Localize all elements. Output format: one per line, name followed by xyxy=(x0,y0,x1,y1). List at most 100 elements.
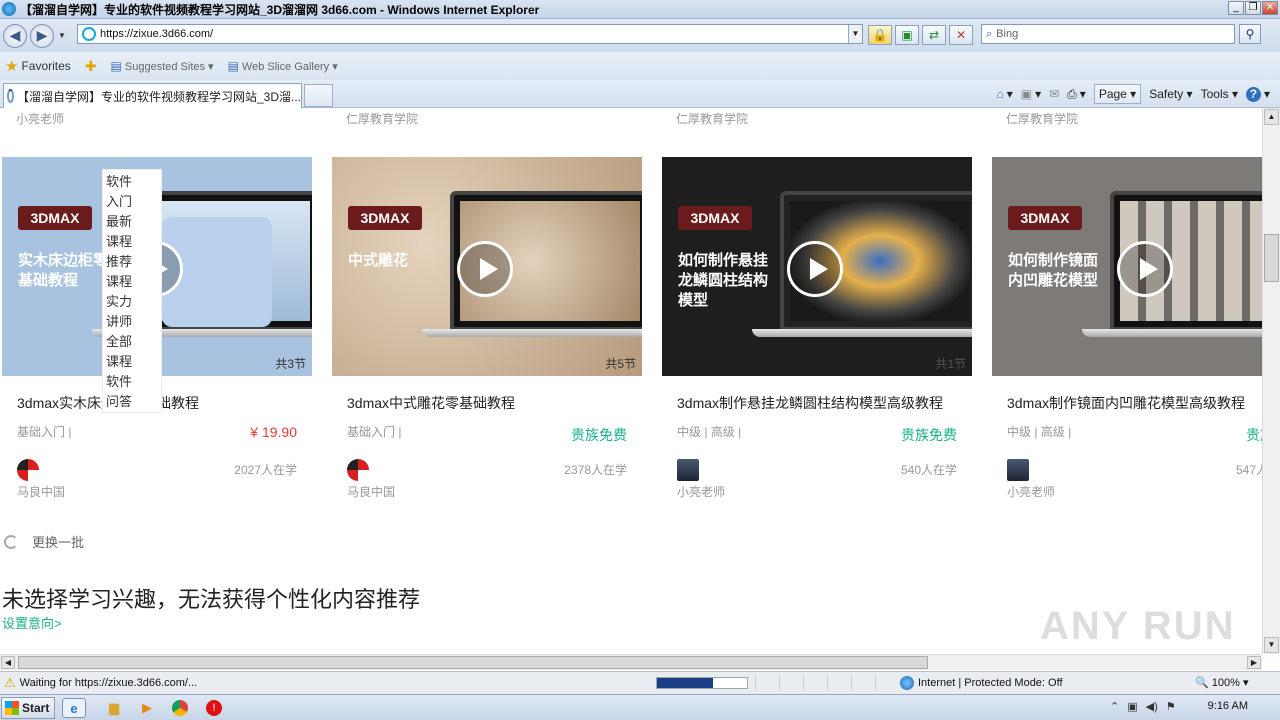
scroll-thumb[interactable] xyxy=(1264,234,1279,282)
vertical-scrollbar[interactable]: ▲ ▼ xyxy=(1262,108,1280,654)
horizontal-scrollbar[interactable]: ◀ ▶ xyxy=(0,654,1262,670)
menu-item[interactable]: 课程 xyxy=(106,272,158,292)
stop-icon[interactable]: ✕ xyxy=(949,25,973,45)
play-icon[interactable] xyxy=(457,241,513,297)
author-avatar[interactable] xyxy=(677,459,699,481)
student-count: 2027人在学 xyxy=(234,463,297,477)
mail-button[interactable]: ✉ xyxy=(1049,87,1059,101)
menu-item[interactable]: 全部 xyxy=(106,332,158,352)
menu-item[interactable]: 课程 xyxy=(106,232,158,252)
author-name[interactable]: 小亮老师 xyxy=(16,110,64,127)
start-button[interactable]: Start xyxy=(1,697,55,719)
course-title[interactable]: 3dmax制作镜面内凹雕花模型高级教程 xyxy=(1007,393,1245,413)
course-card[interactable]: 3DMAX 如何制作悬挂龙鳞圆柱结构模型 共1节 3dmax制作悬挂龙鳞圆柱结构… xyxy=(662,157,972,507)
author-name[interactable]: 小亮老师 xyxy=(677,483,725,500)
action-center-icon[interactable]: ⚑ xyxy=(1166,700,1176,713)
tools-menu[interactable]: Tools ▾ xyxy=(1201,87,1238,101)
course-thumbnail[interactable]: 3DMAX 中式雕花 共5节 xyxy=(332,157,642,376)
ie-taskbar-icon[interactable]: e xyxy=(62,698,86,718)
printer-icon: ⎙ xyxy=(1067,86,1077,101)
menu-item[interactable]: 软件 xyxy=(106,172,158,192)
favorites-button[interactable]: ★ Favorites xyxy=(0,57,71,75)
web-slice-gallery-link[interactable]: ▤ Web Slice Gallery ▾ xyxy=(228,59,338,73)
menu-item[interactable]: 问答 xyxy=(106,392,158,412)
help-menu[interactable]: ? ▾ xyxy=(1245,86,1270,102)
menu-item[interactable]: 讲师 xyxy=(106,312,158,332)
compatibility-icon[interactable]: ▣ xyxy=(895,25,919,45)
favorites-bar: ★ Favorites ✚ ▤ Suggested Sites ▾ ▤ Web … xyxy=(0,52,1280,80)
maximize-button[interactable]: ❐ xyxy=(1245,1,1261,15)
author-avatar[interactable] xyxy=(17,459,39,481)
forward-button[interactable]: ▶ xyxy=(30,23,54,48)
search-button[interactable]: ⚲ xyxy=(1239,24,1261,44)
address-input[interactable]: https://zixue.3d66.com/ ▼ xyxy=(77,24,863,44)
student-count: 540人在学 xyxy=(900,463,957,477)
refresh-icon[interactable]: ⇄ xyxy=(922,25,946,45)
course-title[interactable]: 3dmax中式雕花零基础教程 xyxy=(347,393,515,413)
tab-active[interactable]: 【溜溜自学网】专业的软件视频教程学习网站_3D溜... xyxy=(3,83,302,108)
print-button[interactable]: ⎙ ▾ xyxy=(1067,87,1086,102)
security-zone[interactable]: Internet | Protected Mode: Off xyxy=(900,676,1063,690)
web-slice-gallery-label: Web Slice Gallery ▾ xyxy=(241,60,338,73)
scroll-left-icon[interactable]: ◀ xyxy=(1,656,15,669)
page-icon: ▤ xyxy=(227,59,239,73)
author-name[interactable]: 仁厚教育学院 xyxy=(346,110,418,127)
play-icon[interactable] xyxy=(787,241,843,297)
scroll-up-icon[interactable]: ▲ xyxy=(1264,109,1279,125)
safety-menu[interactable]: Safety ▾ xyxy=(1149,87,1192,101)
author-avatar[interactable] xyxy=(347,459,369,481)
menu-item[interactable]: 课程 xyxy=(106,352,158,372)
author-name[interactable]: 小亮老师 xyxy=(1007,483,1055,500)
add-favorite-button[interactable]: ✚ xyxy=(85,58,97,75)
menu-item[interactable]: 入门 xyxy=(106,192,158,212)
minimize-button[interactable]: _ xyxy=(1228,1,1244,15)
chrome-icon[interactable] xyxy=(168,698,192,718)
stop-sign-icon[interactable]: ! xyxy=(202,698,226,718)
menu-item[interactable]: 软件 xyxy=(106,372,158,392)
volume-icon[interactable]: ◀) xyxy=(1146,700,1158,713)
refresh-batch-button[interactable]: 更换一批 xyxy=(4,532,84,551)
course-level: 基础入门 | xyxy=(347,425,402,439)
scroll-down-icon[interactable]: ▼ xyxy=(1264,637,1279,653)
thumbnail-title: 实木床边柜零基础教程 xyxy=(18,252,109,289)
history-dropdown-icon[interactable]: ▼ xyxy=(58,31,66,40)
previous-row-authors: 小亮老师 仁厚教育学院 仁厚教育学院 仁厚教育学院 xyxy=(0,110,1262,126)
lock-icon[interactable]: 🔒 xyxy=(868,25,892,45)
search-input[interactable]: ⌕ Bing xyxy=(981,24,1235,44)
course-card[interactable]: 3DMAX 如何制作镜面内凹雕花模型 3dmax制作镜面内凹雕花模型高级教程 中… xyxy=(992,157,1262,507)
scroll-thumb[interactable] xyxy=(18,656,928,669)
course-thumbnail[interactable]: 3DMAX 如何制作镜面内凹雕花模型 xyxy=(992,157,1262,376)
course-card[interactable]: 3DMAX 中式雕花 共5节 3dmax中式雕花零基础教程 基础入门 | 贵族免… xyxy=(332,157,642,507)
author-name[interactable]: 仁厚教育学院 xyxy=(1006,110,1078,127)
scroll-right-icon[interactable]: ▶ xyxy=(1247,656,1261,669)
warning-icon: ⚠ xyxy=(4,675,16,690)
home-button[interactable]: ⌂ ▾ xyxy=(996,87,1012,101)
suggested-sites-link[interactable]: ▤ Suggested Sites ▾ xyxy=(111,59,214,73)
author-name[interactable]: 马良中国 xyxy=(17,483,65,500)
page-menu[interactable]: Page ▾ xyxy=(1093,84,1142,104)
favorites-label: Favorites xyxy=(21,59,71,73)
tray-expand-icon[interactable]: ⌃ xyxy=(1110,700,1119,713)
folder-icon[interactable]: ▆ xyxy=(102,698,126,718)
zoom-control[interactable]: 🔍 100% ▾ xyxy=(1195,676,1248,689)
back-button[interactable]: ◀ xyxy=(3,23,27,48)
author-avatar[interactable] xyxy=(1007,459,1029,481)
course-thumbnail[interactable]: 3DMAX 如何制作悬挂龙鳞圆柱结构模型 共1节 xyxy=(662,157,972,376)
author-name[interactable]: 仁厚教育学院 xyxy=(676,110,748,127)
play-icon[interactable] xyxy=(1117,241,1173,297)
vip-free-label: 贵族免费 xyxy=(901,427,957,443)
feeds-button[interactable]: ▣ ▾ xyxy=(1021,87,1041,101)
address-dropdown-icon[interactable]: ▼ xyxy=(848,25,862,43)
menu-item[interactable]: 实力 xyxy=(106,292,158,312)
new-tab-button[interactable] xyxy=(304,84,333,107)
author-name[interactable]: 马良中国 xyxy=(347,483,395,500)
network-icon[interactable]: ▣ xyxy=(1127,700,1137,713)
close-button[interactable]: ✕ xyxy=(1262,1,1278,15)
menu-item[interactable]: 推荐 xyxy=(106,252,158,272)
course-title[interactable]: 3dmax制作悬挂龙鳞圆柱结构模型高级教程 xyxy=(677,393,943,413)
media-player-icon[interactable]: ▶ xyxy=(135,698,159,718)
set-interest-link[interactable]: 设置意向> xyxy=(2,613,62,632)
menu-item[interactable]: 最新 xyxy=(106,212,158,232)
clock[interactable]: 9:16 AM xyxy=(1208,700,1248,712)
lesson-count: 共5节 xyxy=(605,357,636,371)
